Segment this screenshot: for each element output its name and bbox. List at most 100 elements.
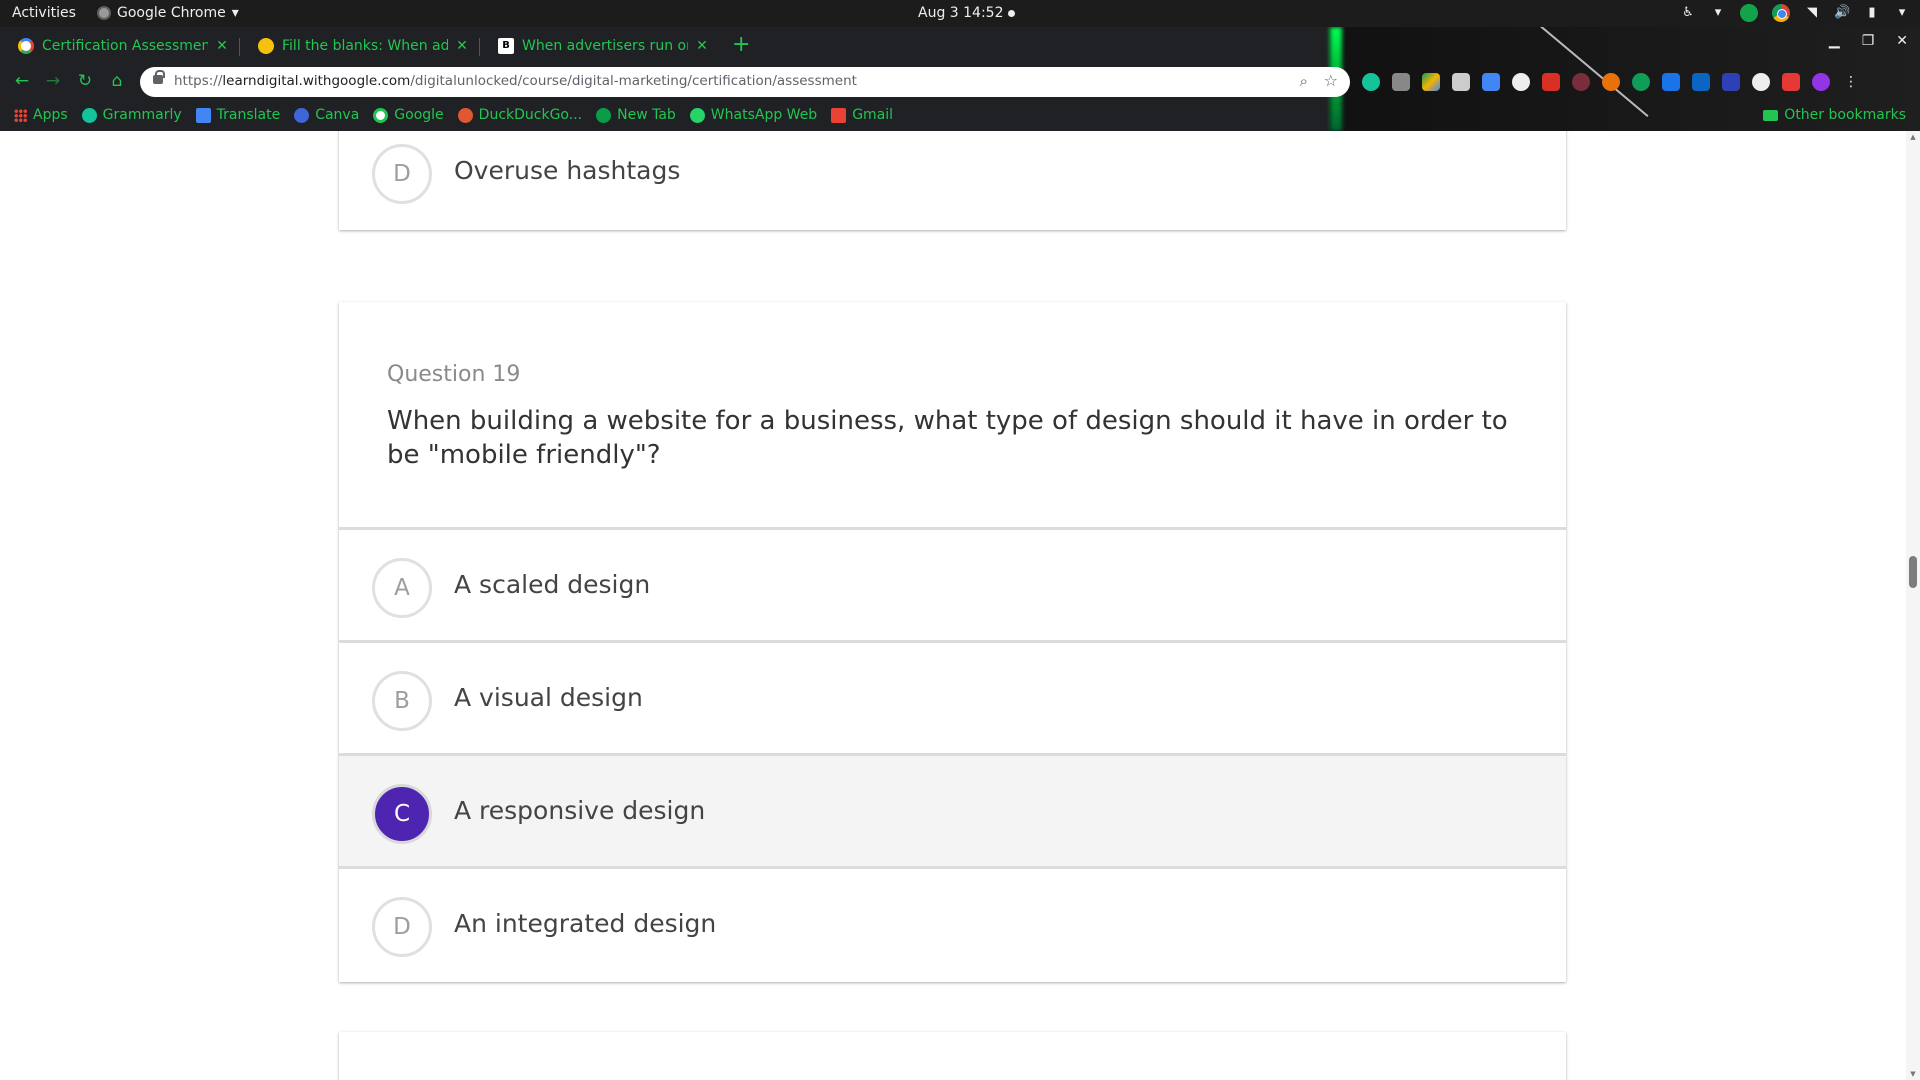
- browser-toolbar: ← → ↻ ⌂ https://learndigital.withgoogle.…: [0, 65, 1920, 99]
- apps-grid-icon: [14, 108, 27, 122]
- option-text: An integrated design: [454, 909, 717, 938]
- bookmark-label: New Tab: [617, 107, 676, 123]
- zoom-icon[interactable]: ⌕: [1300, 72, 1308, 90]
- bookmark-new-tab[interactable]: New Tab: [596, 107, 676, 123]
- caret-down-icon: ▾: [231, 5, 239, 21]
- answer-option-c[interactable]: C A responsive design: [339, 756, 1566, 869]
- reload-icon[interactable]: ↻: [75, 71, 95, 91]
- google-icon: [18, 38, 34, 54]
- bookmark-translate[interactable]: Translate: [195, 107, 281, 123]
- extension-icon[interactable]: [1722, 73, 1740, 91]
- caret-down-icon[interactable]: ▾: [1710, 5, 1726, 21]
- google-drive-icon[interactable]: [1422, 73, 1440, 91]
- bookmark-google[interactable]: Google: [373, 107, 444, 123]
- extension-icon[interactable]: [1602, 73, 1620, 91]
- extension-icon[interactable]: [1392, 73, 1410, 91]
- page-content: D Overuse hashtags Question 19 When buil…: [0, 131, 1920, 1080]
- question-header: Question 19 When building a website for …: [339, 302, 1566, 530]
- tab-strip: Certification Assessment ✕ Fill the blan…: [0, 27, 750, 63]
- close-icon[interactable]: ✕: [214, 38, 230, 54]
- scrollbar-thumb[interactable]: [1909, 556, 1917, 588]
- menu-kebab-icon[interactable]: ⋮: [1842, 73, 1860, 91]
- option-text: A visual design: [454, 683, 643, 712]
- volume-icon[interactable]: 🔊: [1834, 5, 1850, 21]
- activities-button[interactable]: Activities: [12, 5, 76, 21]
- hangouts-icon[interactable]: [1632, 73, 1650, 91]
- close-icon[interactable]: ✕: [454, 38, 470, 54]
- bookmark-label: Translate: [216, 107, 281, 123]
- back-arrow-icon[interactable]: ←: [12, 71, 32, 91]
- grammarly-extension-icon[interactable]: [1362, 73, 1380, 91]
- email-icon[interactable]: [1452, 73, 1470, 91]
- answer-option-d[interactable]: D An integrated design: [339, 869, 1566, 982]
- forward-arrow-icon[interactable]: →: [43, 71, 63, 91]
- whatsapp-icon: [689, 107, 705, 123]
- bookmark-duckduckgo[interactable]: DuckDuckGo...: [457, 107, 583, 123]
- bookmark-apps[interactable]: Apps: [14, 107, 68, 123]
- minimize-icon[interactable]: ▁: [1829, 33, 1840, 49]
- bookmark-canva[interactable]: Canva: [294, 107, 359, 123]
- option-letter: C: [372, 784, 432, 844]
- lock-icon[interactable]: [153, 70, 165, 84]
- battery-icon[interactable]: ▮: [1864, 5, 1880, 21]
- clock[interactable]: Aug 3 14:52: [918, 5, 1015, 21]
- close-window-icon[interactable]: ✕: [1896, 33, 1908, 49]
- google-icon: [373, 107, 389, 123]
- page-scrollbar[interactable]: ▲ ▼: [1906, 131, 1920, 1080]
- other-bookmarks[interactable]: Other bookmarks: [1763, 100, 1906, 130]
- bookmark-label: WhatsApp Web: [710, 107, 818, 123]
- bookmark-label: Google: [394, 107, 444, 123]
- app-menu[interactable]: Google Chrome ▾: [97, 5, 239, 21]
- tab-title: Certification Assessment: [42, 38, 208, 54]
- hangouts-tray-icon[interactable]: [1740, 4, 1758, 22]
- browser-chrome: Certification Assessment ✕ Fill the blan…: [0, 27, 1920, 131]
- youtube-icon[interactable]: [1782, 73, 1800, 91]
- folder-icon: [1763, 109, 1779, 121]
- bookmark-grammarly[interactable]: Grammarly: [81, 107, 182, 123]
- extension-icon[interactable]: [1752, 73, 1770, 91]
- calendar-icon[interactable]: [1482, 73, 1500, 91]
- canva-icon: [294, 107, 310, 123]
- wifi-icon[interactable]: ◥: [1804, 5, 1820, 21]
- tab-when-advertisers[interactable]: B When advertisers run onl ✕: [480, 29, 720, 63]
- clock-label: Aug 3 14:52: [918, 5, 1004, 21]
- url-text[interactable]: https://learndigital.withgoogle.com/digi…: [174, 73, 857, 89]
- question-text: When building a website for a business, …: [387, 406, 1508, 470]
- bookmark-label: DuckDuckGo...: [478, 107, 583, 123]
- clock-extension-icon[interactable]: [1512, 73, 1530, 91]
- bookmark-gmail[interactable]: Gmail: [831, 107, 893, 123]
- profile-avatar[interactable]: [1812, 73, 1830, 91]
- restore-icon[interactable]: ❐: [1862, 33, 1875, 49]
- option-letter: D: [372, 144, 432, 204]
- grammarly-icon: [81, 107, 97, 123]
- gmail-extension-icon[interactable]: [1542, 73, 1560, 91]
- linkedin-icon[interactable]: [1692, 73, 1710, 91]
- yellow-circle-icon: [258, 38, 274, 54]
- answer-option-a[interactable]: A A scaled design: [339, 530, 1566, 643]
- scroll-down-icon[interactable]: ▼: [1909, 1070, 1917, 1078]
- app-menu-label: Google Chrome: [117, 5, 226, 21]
- answer-option-d[interactable]: D Overuse hashtags: [339, 131, 1566, 230]
- new-tab-button[interactable]: +: [732, 32, 750, 57]
- system-tray[interactable]: ♿ ▾ ◥ 🔊 ▮ ▾: [1680, 3, 1910, 23]
- home-icon[interactable]: ⌂: [107, 71, 127, 91]
- bookmark-label: Apps: [33, 107, 68, 123]
- extensions-area: ⋮: [1362, 73, 1860, 91]
- tab-certification-assessment[interactable]: Certification Assessment ✕: [0, 29, 240, 63]
- extension-icon[interactable]: [1572, 73, 1590, 91]
- answer-option-b[interactable]: B A visual design: [339, 643, 1566, 756]
- bookmark-label: Canva: [315, 107, 360, 123]
- translate-icon: [195, 107, 211, 123]
- bookmark-star-icon[interactable]: ☆: [1324, 71, 1338, 90]
- caret-down-icon[interactable]: ▾: [1894, 5, 1910, 21]
- close-icon[interactable]: ✕: [694, 38, 710, 54]
- bookmark-whatsapp[interactable]: WhatsApp Web: [689, 107, 818, 123]
- tab-fill-the-blanks[interactable]: Fill the blanks: When adv ✕: [240, 29, 480, 63]
- chrome-tray-icon[interactable]: [1772, 4, 1790, 22]
- accessibility-icon[interactable]: ♿: [1680, 5, 1696, 21]
- scroll-up-icon[interactable]: ▲: [1909, 133, 1917, 141]
- extension-icon[interactable]: [1662, 73, 1680, 91]
- system-top-bar: Activities Google Chrome ▾ Aug 3 14:52 ♿…: [0, 0, 1920, 27]
- address-bar[interactable]: https://learndigital.withgoogle.com/digi…: [140, 67, 1350, 97]
- notification-dot-icon: [1007, 9, 1015, 17]
